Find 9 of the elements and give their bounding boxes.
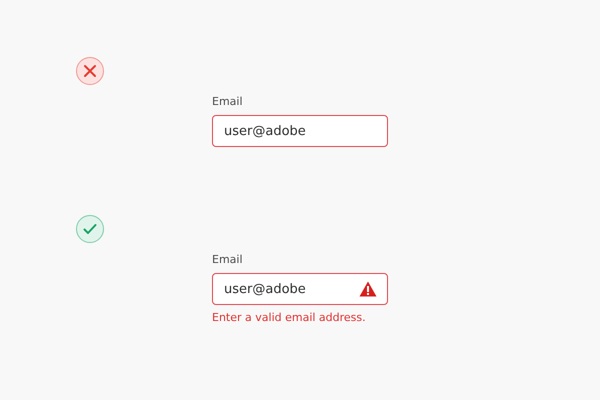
- email-field[interactable]: user@adobe: [212, 115, 388, 147]
- field-label: Email: [212, 94, 243, 110]
- email-field[interactable]: user@adobe: [212, 273, 388, 305]
- error-message: Enter a valid email address.: [212, 310, 366, 325]
- cross-icon: [76, 57, 104, 85]
- email-input[interactable]: user@adobe: [224, 282, 359, 296]
- checkmark-icon: [76, 215, 104, 243]
- email-input[interactable]: user@adobe: [224, 124, 377, 138]
- field-label: Email: [212, 252, 243, 268]
